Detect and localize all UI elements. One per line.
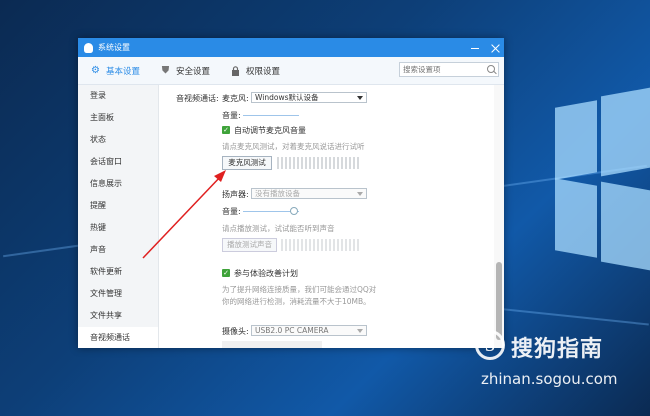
chevron-down-icon bbox=[357, 192, 363, 196]
speaker-level-meter bbox=[281, 239, 359, 251]
play-test-button[interactable]: 播放测试声音 bbox=[222, 238, 277, 252]
tab-bar: ⚙ 基本设置 ⛊ 安全设置 权限设置 bbox=[78, 57, 504, 85]
av-section-label: 音视频通话: bbox=[176, 94, 219, 103]
sidebar-item-info-display[interactable]: 信息展示 bbox=[78, 173, 158, 195]
scrollbar-thumb[interactable] bbox=[496, 262, 502, 340]
experience-desc-line2: 你的网络进行检测，消耗流量不大于10MB。 bbox=[222, 297, 371, 306]
tab-security-settings[interactable]: ⛊ 安全设置 bbox=[160, 65, 210, 77]
sidebar-item-file-management[interactable]: 文件管理 bbox=[78, 283, 158, 305]
speaker-label: 扬声器: bbox=[222, 190, 249, 199]
experience-desc-line1: 为了提升网络连接质量，我们可能会通过QQ对 bbox=[222, 285, 377, 294]
mic-volume-slider[interactable] bbox=[243, 115, 299, 116]
sidebar-item-hotkeys[interactable]: 热键 bbox=[78, 217, 158, 239]
camera-select[interactable]: USB2.0 PC CAMERA bbox=[251, 325, 367, 336]
settings-window: 系统设置 ⚙ 基本设置 ⛊ 安全设置 权限设置 登录 主面板 状态 会话窗口 bbox=[78, 38, 504, 348]
tab-basic-settings[interactable]: ⚙ 基本设置 bbox=[90, 65, 140, 77]
windows-logo bbox=[555, 86, 650, 276]
mic-level-meter bbox=[277, 157, 359, 169]
lock-icon bbox=[230, 65, 241, 76]
search-icon[interactable] bbox=[487, 65, 495, 73]
mic-hint-text: 请点麦克风测试，对着麦克风说话进行试听 bbox=[222, 142, 365, 151]
sidebar-item-reminder[interactable]: 提醒 bbox=[78, 195, 158, 217]
camera-label: 摄像头: bbox=[222, 327, 249, 336]
title-bar: 系统设置 bbox=[78, 38, 504, 57]
auto-adjust-checkbox[interactable]: ✓ bbox=[222, 126, 230, 134]
sidebar: 登录 主面板 状态 会话窗口 信息展示 提醒 热键 声音 软件更新 文件管理 文… bbox=[78, 85, 159, 348]
sidebar-item-chat-window[interactable]: 会话窗口 bbox=[78, 151, 158, 173]
settings-content: 音视频通话: 麦克风: Windows默认设备 音量: ✓ 自动调节麦克风音量 … bbox=[159, 85, 494, 348]
speaker-volume-label: 音量: bbox=[222, 207, 241, 216]
sidebar-item-sound[interactable]: 声音 bbox=[78, 239, 158, 261]
camera-preview bbox=[222, 341, 322, 348]
search-box[interactable] bbox=[399, 62, 499, 77]
mic-label: 麦克风: bbox=[222, 94, 249, 103]
sidebar-item-login[interactable]: 登录 bbox=[78, 85, 158, 107]
speaker-hint-text: 请点播放测试，试试能否听到声音 bbox=[222, 224, 335, 233]
watermark-url: zhinan.sogou.com bbox=[481, 370, 618, 388]
sidebar-item-main-panel[interactable]: 主面板 bbox=[78, 107, 158, 129]
speaker-volume-knob[interactable] bbox=[290, 207, 298, 215]
sidebar-item-software-update[interactable]: 软件更新 bbox=[78, 261, 158, 283]
close-button[interactable] bbox=[490, 43, 500, 53]
chevron-down-icon bbox=[357, 329, 363, 333]
sidebar-item-status[interactable]: 状态 bbox=[78, 129, 158, 151]
auto-adjust-label: 自动调节麦克风音量 bbox=[234, 126, 306, 135]
experience-plan-label: 参与体验改善计划 bbox=[234, 269, 298, 278]
experience-plan-checkbox[interactable]: ✓ bbox=[222, 269, 230, 277]
search-input[interactable] bbox=[400, 65, 481, 74]
window-title: 系统设置 bbox=[98, 43, 130, 52]
sidebar-item-av-call[interactable]: 音视频通话 bbox=[78, 327, 158, 348]
tab-permission-settings[interactable]: 权限设置 bbox=[230, 65, 280, 77]
speaker-select[interactable]: 没有播放设备 bbox=[251, 188, 367, 199]
sogou-logo: S bbox=[475, 330, 505, 360]
chevron-down-icon bbox=[357, 96, 363, 100]
gear-icon: ⚙ bbox=[91, 64, 100, 76]
mic-volume-label: 音量: bbox=[222, 111, 241, 120]
sidebar-item-file-sharing[interactable]: 文件共享 bbox=[78, 305, 158, 327]
minimize-button[interactable] bbox=[470, 43, 480, 53]
mic-test-button[interactable]: 麦克风测试 bbox=[222, 156, 272, 170]
shield-icon: ⛊ bbox=[161, 64, 170, 76]
mic-select[interactable]: Windows默认设备 bbox=[251, 92, 367, 103]
qq-penguin-icon bbox=[84, 42, 93, 53]
watermark-title: 搜狗指南 bbox=[511, 337, 604, 362]
